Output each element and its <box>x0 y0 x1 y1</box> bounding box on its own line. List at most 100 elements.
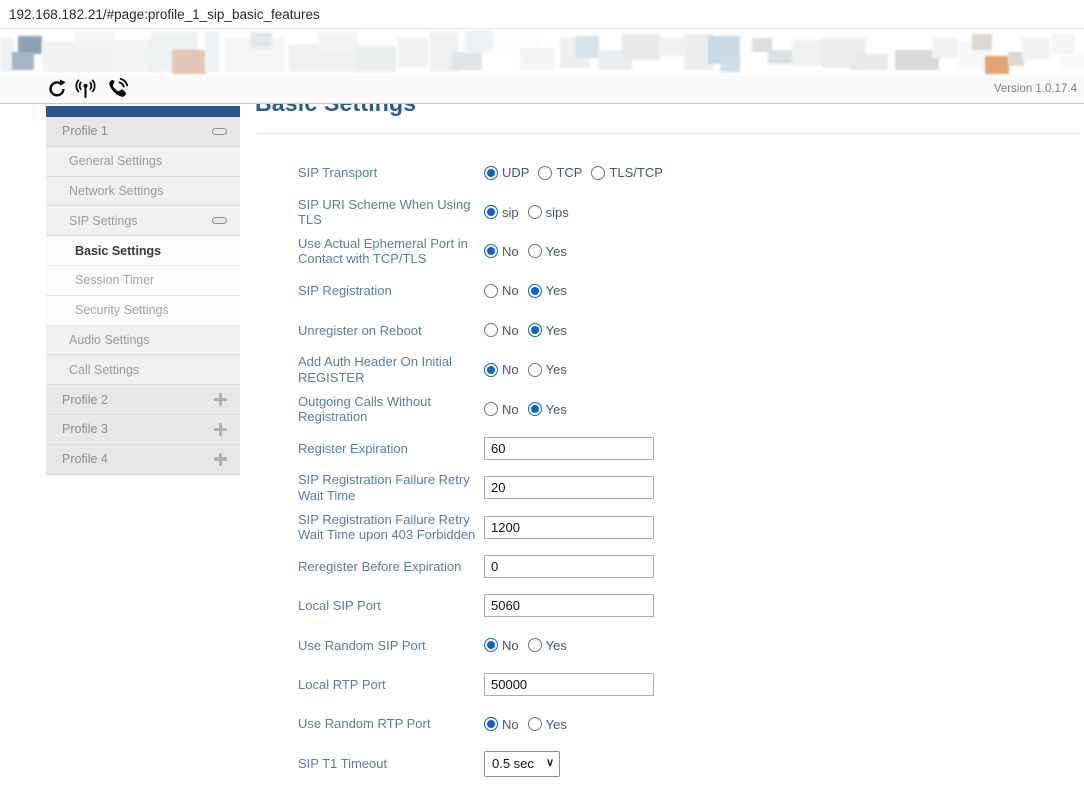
radio-option-label[interactable]: TLS/TCP <box>609 165 662 180</box>
radio-option-label[interactable]: No <box>502 638 519 653</box>
blurred-bookmark-block <box>250 32 272 48</box>
setting-label: SIP T1 Timeout <box>298 756 484 772</box>
blurred-bookmark-block <box>972 34 992 50</box>
sidebar-item-general-settings[interactable]: General Settings <box>46 147 240 177</box>
settings-form: SIP TransportUDPTCPTLS/TCPSIP URI Scheme… <box>257 153 877 783</box>
radio-option-label[interactable]: No <box>502 323 519 338</box>
radio-use-actual-ephemeral-port-in-contact-with-tcp-tls-yes[interactable] <box>528 244 542 258</box>
radio-use-random-sip-port-no[interactable] <box>484 638 498 652</box>
blurred-bookmark-block <box>205 32 219 72</box>
sidebar-item-profile-4[interactable]: Profile 4 <box>46 445 240 475</box>
radio-option-label[interactable]: Yes <box>546 283 567 298</box>
radio-option-label[interactable]: Yes <box>546 638 567 653</box>
radio-option-label[interactable]: No <box>502 717 519 732</box>
setting-row-sip-registration: SIP RegistrationNoYes <box>257 271 877 310</box>
phone-icon[interactable] <box>104 77 130 101</box>
radio-outgoing-calls-without-registration-yes[interactable] <box>528 402 542 416</box>
radio-use-random-rtp-port-yes[interactable] <box>528 717 542 731</box>
sidebar-item-profile-3[interactable]: Profile 3 <box>46 415 240 445</box>
radio-outgoing-calls-without-registration-no[interactable] <box>484 402 498 416</box>
input-sip-registration-failure-retry-wait-time-upon-403-forbidden[interactable] <box>484 516 654 539</box>
page-url[interactable]: 192.168.182.21/#page:profile_1_sip_basic… <box>0 7 320 22</box>
blurred-bookmark-block <box>1060 54 1084 70</box>
radio-use-random-rtp-port-no[interactable] <box>484 717 498 731</box>
sidebar-item-network-settings[interactable]: Network Settings <box>46 177 240 207</box>
expand-icon[interactable] <box>214 453 227 466</box>
sidebar-item-profile-2[interactable]: Profile 2 <box>46 385 240 415</box>
sidebar-item-basic-settings[interactable]: Basic Settings <box>46 236 240 266</box>
screen: 192.168.182.21/#page:profile_1_sip_basic… <box>0 0 1084 790</box>
sidebar-item-call-settings[interactable]: Call Settings <box>46 355 240 385</box>
radio-option-label[interactable]: Yes <box>546 362 567 377</box>
input-sip-registration-failure-retry-wait-time[interactable] <box>484 476 654 499</box>
radio-option-label[interactable]: Yes <box>546 323 567 338</box>
radio-option-label[interactable]: Yes <box>546 717 567 732</box>
sidebar-item-label: Security Settings <box>75 303 169 317</box>
input-reregister-before-expiration[interactable] <box>484 555 654 578</box>
collapse-icon[interactable] <box>212 217 227 224</box>
radio-use-actual-ephemeral-port-in-contact-with-tcp-tls-no[interactable] <box>484 244 498 258</box>
blurred-bookmark-block <box>452 52 482 70</box>
radio-option-label[interactable]: No <box>502 283 519 298</box>
setting-row-register-expiration: Register Expiration <box>257 429 877 468</box>
blurred-bookmark-block <box>720 56 740 72</box>
antenna-icon[interactable] <box>74 78 97 100</box>
radio-sip-transport-tcp[interactable] <box>538 166 552 180</box>
blurred-bookmark-block <box>660 38 684 56</box>
setting-label: Outgoing Calls Without Registration <box>298 394 484 425</box>
radio-add-auth-header-on-initial-register-no[interactable] <box>484 363 498 377</box>
refresh-icon[interactable] <box>47 79 67 99</box>
setting-label: Reregister Before Expiration <box>298 559 484 575</box>
radio-option-label[interactable]: UDP <box>502 165 529 180</box>
setting-row-unregister-on-reboot: Unregister on RebootNoYes <box>257 311 877 350</box>
sidebar-item-label: Profile 1 <box>62 124 108 138</box>
radio-sip-transport-udp[interactable] <box>484 166 498 180</box>
radio-sip-registration-no[interactable] <box>484 284 498 298</box>
setting-row-sip-uri-scheme-when-using-tls: SIP URI Scheme When Using TLSsipsips <box>257 192 877 231</box>
radio-sip-uri-scheme-when-using-tls-sip[interactable] <box>484 205 498 219</box>
setting-row-sip-registration-failure-retry-wait-time-upon-403-forbidden: SIP Registration Failure Retry Wait Time… <box>257 508 877 547</box>
radio-option-label[interactable]: Yes <box>546 244 567 259</box>
sidebar-item-sip-settings[interactable]: SIP Settings <box>46 206 240 236</box>
setting-row-sip-registration-failure-retry-wait-time: SIP Registration Failure Retry Wait Time <box>257 468 877 507</box>
setting-control: No Yes <box>484 402 576 417</box>
sidebar-item-label: SIP Settings <box>69 214 138 228</box>
setting-control: sip sips <box>484 205 578 220</box>
blurred-bookmark-block <box>575 36 599 58</box>
sidebar-item-audio-settings[interactable]: Audio Settings <box>46 326 240 356</box>
browser-address-bar[interactable]: 192.168.182.21/#page:profile_1_sip_basic… <box>0 0 1084 29</box>
radio-add-auth-header-on-initial-register-yes[interactable] <box>528 363 542 377</box>
sidebar-item-security-settings[interactable]: Security Settings <box>46 296 240 326</box>
sidebar-item-label: Audio Settings <box>69 333 150 347</box>
sidebar-item-profile-1[interactable]: Profile 1 <box>46 117 240 147</box>
expand-icon[interactable] <box>214 423 227 436</box>
setting-label: Add Auth Header On Initial REGISTER <box>298 354 484 385</box>
page-toolbar: Version 1.0.17.4 <box>0 75 1084 104</box>
expand-icon[interactable] <box>214 393 227 406</box>
radio-option-label[interactable]: Yes <box>546 402 567 417</box>
sidebar-item-session-timer[interactable]: Session Timer <box>46 266 240 296</box>
radio-option-label[interactable]: sip <box>502 205 519 220</box>
radio-sip-transport-tls-tcp[interactable] <box>591 166 605 180</box>
radio-option-label[interactable]: No <box>502 244 519 259</box>
setting-label: Local SIP Port <box>298 598 484 614</box>
radio-option-label[interactable]: No <box>502 402 519 417</box>
sidebar-item-label: Basic Settings <box>75 244 161 258</box>
sidebar-item-label: Profile 4 <box>62 452 108 466</box>
radio-sip-registration-yes[interactable] <box>528 284 542 298</box>
radio-unregister-on-reboot-yes[interactable] <box>528 323 542 337</box>
radio-option-label[interactable]: sips <box>546 205 569 220</box>
radio-option-label[interactable]: TCP <box>556 165 582 180</box>
radio-unregister-on-reboot-no[interactable] <box>484 323 498 337</box>
collapse-icon[interactable] <box>212 128 227 135</box>
input-local-sip-port[interactable] <box>484 594 654 617</box>
select-sip-t1-timeout[interactable]: 0.5 sec <box>484 751 560 777</box>
setting-control <box>484 555 654 578</box>
input-local-rtp-port[interactable] <box>484 673 654 696</box>
input-register-expiration[interactable] <box>484 437 654 460</box>
radio-option-label[interactable]: No <box>502 362 519 377</box>
radio-sip-uri-scheme-when-using-tls-sips[interactable] <box>528 205 542 219</box>
setting-control: UDP TCP TLS/TCP <box>484 165 672 180</box>
setting-control: No Yes <box>484 362 576 377</box>
radio-use-random-sip-port-yes[interactable] <box>528 638 542 652</box>
